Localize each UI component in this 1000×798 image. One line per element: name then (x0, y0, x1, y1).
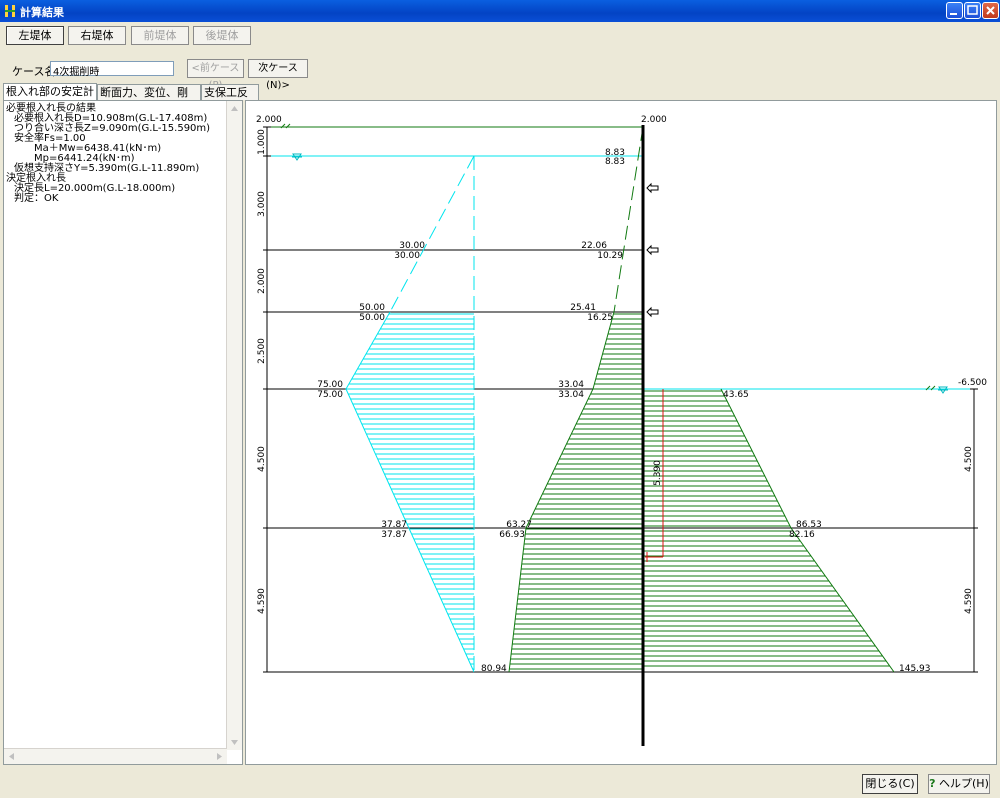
depth-dim-label: 2.500 (257, 338, 267, 364)
help-icon: ? (929, 777, 936, 790)
close-window-button[interactable] (982, 2, 999, 19)
maximize-icon (967, 5, 978, 15)
help-button-label: ヘルプ(H) (939, 777, 989, 790)
case-name-label: ケース名 (12, 65, 56, 78)
water-table-icon-left (292, 153, 302, 161)
pressure-diagram: 2.000 2.000 -6.500 1.000 3.000 2.000 2.5… (256, 115, 987, 746)
left-embankment-button[interactable]: 左堤体 (6, 26, 64, 45)
pressure-value: 33.04 (558, 390, 584, 400)
strut-arrow-icon (646, 306, 659, 318)
water-table-icon-right (938, 386, 948, 394)
case-name-field[interactable]: 4次掘削時 (50, 61, 174, 78)
pressure-value: 22.06 (581, 241, 607, 251)
scroll-up-icon[interactable] (227, 101, 242, 116)
excavation-level-label: -6.500 (958, 378, 987, 388)
results-vertical-scrollbar[interactable] (226, 101, 242, 750)
maximize-button[interactable] (964, 2, 981, 19)
pressure-value: 16.25 (587, 313, 613, 323)
pressure-value: 37.87 (381, 530, 407, 540)
minimize-button[interactable] (946, 2, 963, 19)
prev-case-button[interactable]: <前ケース(P) (187, 59, 244, 91)
close-icon (986, 6, 995, 15)
active-pressure-hatch (509, 313, 642, 670)
pressure-value: 30.00 (399, 241, 425, 251)
depth-dim-label: 4.500 (257, 446, 267, 472)
strut-arrow-icon (646, 182, 659, 194)
pressure-value: 30.00 (394, 251, 420, 261)
right-dimension-line (970, 388, 978, 673)
pressure-value: 82.16 (789, 530, 815, 540)
depth-dim-label: 3.000 (257, 191, 267, 217)
pressure-value: 86.53 (796, 520, 822, 530)
scroll-right-icon[interactable] (212, 749, 227, 764)
scroll-down-icon[interactable] (227, 735, 242, 750)
next-case-button[interactable]: 次ケース(N)> (248, 59, 308, 91)
pressure-value: 75.00 (317, 390, 343, 400)
pressure-value: 63.27 (506, 520, 532, 530)
pressure-value: 50.00 (359, 303, 385, 313)
result-line: 判定：OK (14, 193, 59, 204)
pressure-value: 66.93 (499, 530, 525, 540)
virtual-support-depth-label: 5.390 (653, 460, 663, 486)
depth-dim-label: 4.500 (964, 446, 974, 472)
back-embankment-button[interactable]: 後堤体 (193, 26, 251, 45)
front-embankment-button[interactable]: 前堤体 (131, 26, 189, 45)
pressure-value: 50.00 (359, 313, 385, 323)
depth-dim-label: 4.590 (257, 588, 267, 614)
pressure-value: 37.87 (381, 520, 407, 530)
pressure-diagram-panel: 2.000 2.000 -6.500 1.000 3.000 2.000 2.5… (245, 100, 997, 765)
strut-arrow-icon (646, 244, 659, 256)
tab-embedment-stability[interactable]: 根入れ部の安定計算 (3, 83, 97, 113)
water-pressure-dashed-edge (389, 155, 475, 313)
pressure-value: 80.94 (481, 664, 507, 674)
results-horizontal-scrollbar[interactable] (4, 748, 227, 764)
pressure-value: 33.04 (558, 380, 584, 390)
pressure-value: 145.93 (899, 664, 931, 674)
pressure-value: 75.00 (317, 380, 343, 390)
depth-dim-label: 2.000 (257, 268, 267, 294)
title-bar: 計算結果 (0, 0, 1000, 22)
pressure-value: 43.65 (723, 390, 749, 400)
tab-support-reaction[interactable]: 支保工反力 (201, 84, 259, 114)
pressure-value: 10.29 (597, 251, 623, 261)
close-button[interactable]: 閉じる(C) (862, 774, 918, 794)
app-icon (5, 5, 15, 17)
scroll-left-icon[interactable] (4, 749, 19, 764)
depth-dim-label: 1.000 (257, 129, 267, 155)
pressure-value: 25.41 (570, 303, 596, 313)
water-pressure-hatch (346, 313, 474, 670)
water-pressure-edge (345, 311, 475, 673)
strut-arrow-icons (646, 182, 659, 318)
right-embankment-button[interactable]: 右堤体 (68, 26, 126, 45)
depth-dim-label: 4.590 (964, 588, 974, 614)
close-button-label: 閉じる(C) (865, 777, 915, 790)
active-pressure-edge (508, 311, 615, 673)
tab-section-force[interactable]: 断面力、変位、剛性検討 (97, 84, 201, 114)
minimize-icon (950, 13, 957, 15)
help-button[interactable]: ? ヘルプ(H) (928, 774, 990, 794)
wall-top-label: 2.000 (641, 115, 667, 125)
ground-level-label: 2.000 (256, 115, 282, 125)
pressure-value: 8.83 (605, 157, 625, 167)
results-panel: 必要根入れ長の結果 必要根入れ長D=10.908m(G.L-17.408m) つ… (3, 100, 243, 765)
window-title: 計算結果 (20, 6, 64, 19)
